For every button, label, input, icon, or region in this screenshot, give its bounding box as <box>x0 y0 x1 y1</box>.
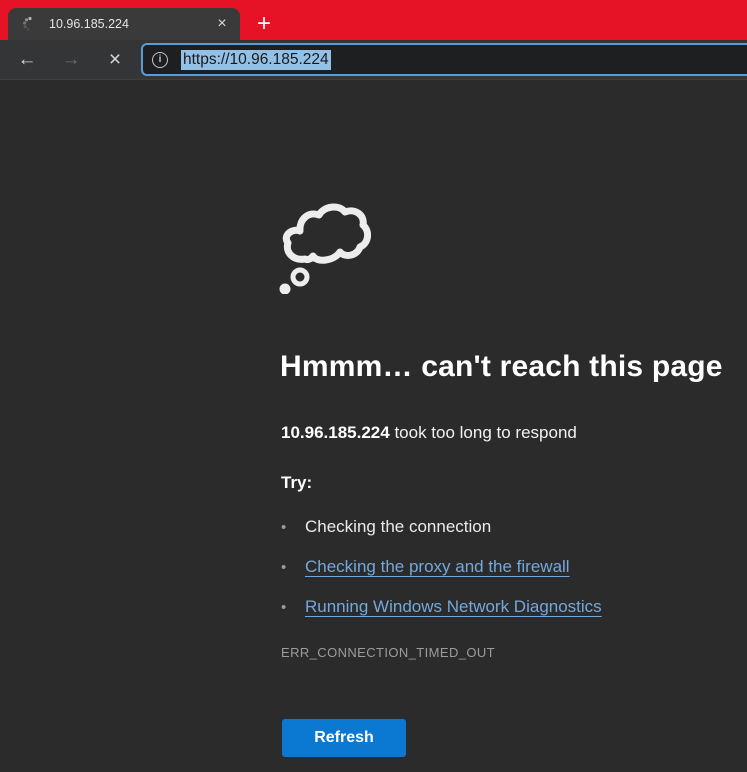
list-item: • Running Windows Network Diagnostics <box>281 587 602 627</box>
tab-title: 10.96.185.224 <box>49 17 212 31</box>
network-diagnostics-link[interactable]: Running Windows Network Diagnostics <box>305 597 602 617</box>
browser-toolbar: ← → × i https://10.96.185.224 <box>0 40 747 80</box>
list-item: • Checking the proxy and the firewall <box>281 547 602 587</box>
error-host: 10.96.185.224 <box>281 423 390 442</box>
error-subtitle: 10.96.185.224 took too long to respond <box>281 421 577 445</box>
error-code: ERR_CONNECTION_TIMED_OUT <box>281 645 495 660</box>
page-title: Hmmm… can't reach this page <box>280 350 723 384</box>
suggestion-list: • Checking the connection • Checking the… <box>281 507 602 627</box>
bullet-icon: • <box>281 560 289 575</box>
url-input[interactable]: https://10.96.185.224 <box>181 50 331 70</box>
bullet-icon: • <box>281 600 289 615</box>
error-page: Hmmm… can't reach this page 10.96.185.22… <box>0 80 747 772</box>
thought-bubble-icon <box>279 201 371 294</box>
proxy-firewall-link[interactable]: Checking the proxy and the firewall <box>305 557 570 577</box>
stop-button[interactable]: × <box>101 44 129 74</box>
suggestion-check-connection: Checking the connection <box>305 517 491 537</box>
browser-tab[interactable]: 10.96.185.224 × <box>8 8 240 40</box>
new-tab-button[interactable]: + <box>249 9 279 39</box>
list-item: • Checking the connection <box>281 507 602 547</box>
error-subtitle-text: took too long to respond <box>390 423 577 442</box>
bullet-icon: • <box>281 520 289 535</box>
address-bar[interactable]: i https://10.96.185.224 <box>141 43 747 76</box>
back-button[interactable]: ← <box>13 44 41 74</box>
tab-strip: 10.96.185.224 × + <box>0 0 747 40</box>
refresh-button[interactable]: Refresh <box>282 719 406 757</box>
loading-spinner-icon <box>22 16 38 32</box>
try-label: Try: <box>281 473 312 493</box>
site-info-icon[interactable]: i <box>152 52 168 68</box>
tab-close-icon[interactable]: × <box>212 14 232 34</box>
forward-button[interactable]: → <box>57 44 85 74</box>
